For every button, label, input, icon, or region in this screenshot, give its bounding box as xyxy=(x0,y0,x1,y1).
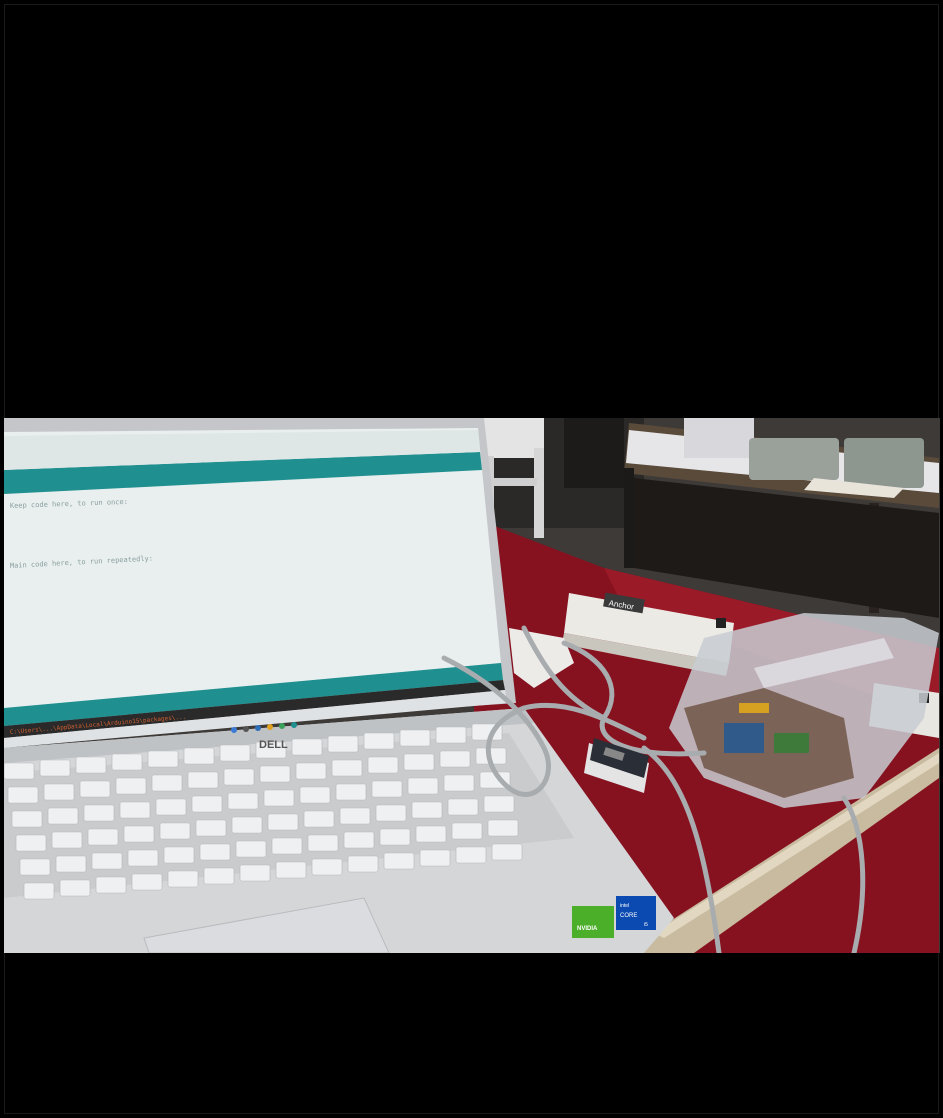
keyboard-key xyxy=(295,762,327,780)
keyboard-key xyxy=(183,747,215,765)
keyboard-key xyxy=(239,864,271,882)
keyboard-key xyxy=(75,756,107,774)
keyboard-key xyxy=(127,849,159,867)
keyboard-key xyxy=(203,867,235,885)
keyboard-key xyxy=(87,828,119,846)
dell-logo: DELL xyxy=(259,739,288,751)
keyboard-key xyxy=(259,765,291,783)
keyboard-key xyxy=(303,810,335,828)
keyboard-key xyxy=(231,816,263,834)
keyboard-key xyxy=(335,783,367,801)
keyboard-key xyxy=(191,795,223,813)
keyboard-key xyxy=(219,744,251,762)
keyboard-key xyxy=(383,852,415,870)
keyboard-key xyxy=(331,759,363,777)
keyboard-key xyxy=(123,825,155,843)
keyboard-key xyxy=(271,837,303,855)
keyboard-key xyxy=(167,870,199,888)
keyboard-key xyxy=(55,855,87,873)
keyboard-key xyxy=(275,861,307,879)
keyboard-key xyxy=(23,882,55,900)
keyboard-key xyxy=(83,804,115,822)
keyboard-key xyxy=(363,732,395,750)
keyboard-key xyxy=(223,768,255,786)
keyboard-key xyxy=(235,840,267,858)
keyboard-key xyxy=(455,846,487,864)
keyboard-key xyxy=(443,774,475,792)
keyboard-key xyxy=(95,876,127,894)
keyboard-key xyxy=(51,831,83,849)
keyboard-key xyxy=(59,879,91,897)
keyboard-key xyxy=(43,783,75,801)
keyboard-key xyxy=(263,789,295,807)
keyboard-key xyxy=(291,738,323,756)
keyboard-key xyxy=(199,843,231,861)
keyboard-key xyxy=(147,750,179,768)
keyboard-key xyxy=(11,810,43,828)
keyboard-key xyxy=(327,735,359,753)
intel-sticker: intel CORE i5 xyxy=(616,896,656,930)
keyboard-key xyxy=(119,801,151,819)
keyboard-key xyxy=(399,729,431,747)
keyboard-key xyxy=(115,777,147,795)
keyboard-key xyxy=(91,852,123,870)
laptop-screen xyxy=(4,418,516,748)
keyboard-key xyxy=(367,756,399,774)
keyboard-key xyxy=(371,780,403,798)
keyboard-key xyxy=(111,753,143,771)
keyboard-key xyxy=(435,726,467,744)
keyboard-key xyxy=(195,819,227,837)
keyboard-key xyxy=(347,855,379,873)
keyboard-key xyxy=(267,813,299,831)
keyboard-key xyxy=(79,780,111,798)
keyboard-key xyxy=(15,834,47,852)
keyboard-key xyxy=(411,801,443,819)
keyboard-key xyxy=(163,846,195,864)
keyboard-key xyxy=(299,786,331,804)
keyboard-key xyxy=(419,849,451,867)
keyboard-key xyxy=(447,798,479,816)
keyboard-key xyxy=(483,795,515,813)
keyboard-key xyxy=(155,798,187,816)
keyboard-key xyxy=(47,807,79,825)
keyboard-key xyxy=(403,753,435,771)
keyboard-key xyxy=(375,804,407,822)
keyboard-key xyxy=(491,843,523,861)
keyboard-key xyxy=(487,819,519,837)
keyboard-key xyxy=(227,792,259,810)
keyboard-key xyxy=(307,834,339,852)
keyboard-key xyxy=(339,807,371,825)
keyboard-key xyxy=(131,873,163,891)
keyboard-key xyxy=(379,828,411,846)
keyboard-key xyxy=(407,777,439,795)
keyboard-key xyxy=(39,759,71,777)
nvidia-label: NVIDIA xyxy=(577,926,598,932)
keyboard-key xyxy=(187,771,219,789)
keyboard-key xyxy=(343,831,375,849)
keyboard-key xyxy=(19,858,51,876)
nvidia-sticker: NVIDIA xyxy=(572,906,614,938)
keyboard-key xyxy=(311,858,343,876)
keyboard-key xyxy=(4,762,35,780)
intel-core-label: CORE xyxy=(620,913,637,919)
keyboard-key xyxy=(451,822,483,840)
intel-label: intel xyxy=(620,903,629,909)
doorway xyxy=(564,418,624,488)
photo-scene: Anchor DELL Keep code here, to run once:… xyxy=(4,418,940,953)
photo: Anchor DELL Keep code here, to run once:… xyxy=(4,418,940,953)
intel-gen-label: i5 xyxy=(644,922,648,928)
keyboard-key xyxy=(159,822,191,840)
keyboard-key xyxy=(7,786,39,804)
keyboard-key xyxy=(439,750,471,768)
keyboard-key xyxy=(415,825,447,843)
keyboard-key xyxy=(151,774,183,792)
